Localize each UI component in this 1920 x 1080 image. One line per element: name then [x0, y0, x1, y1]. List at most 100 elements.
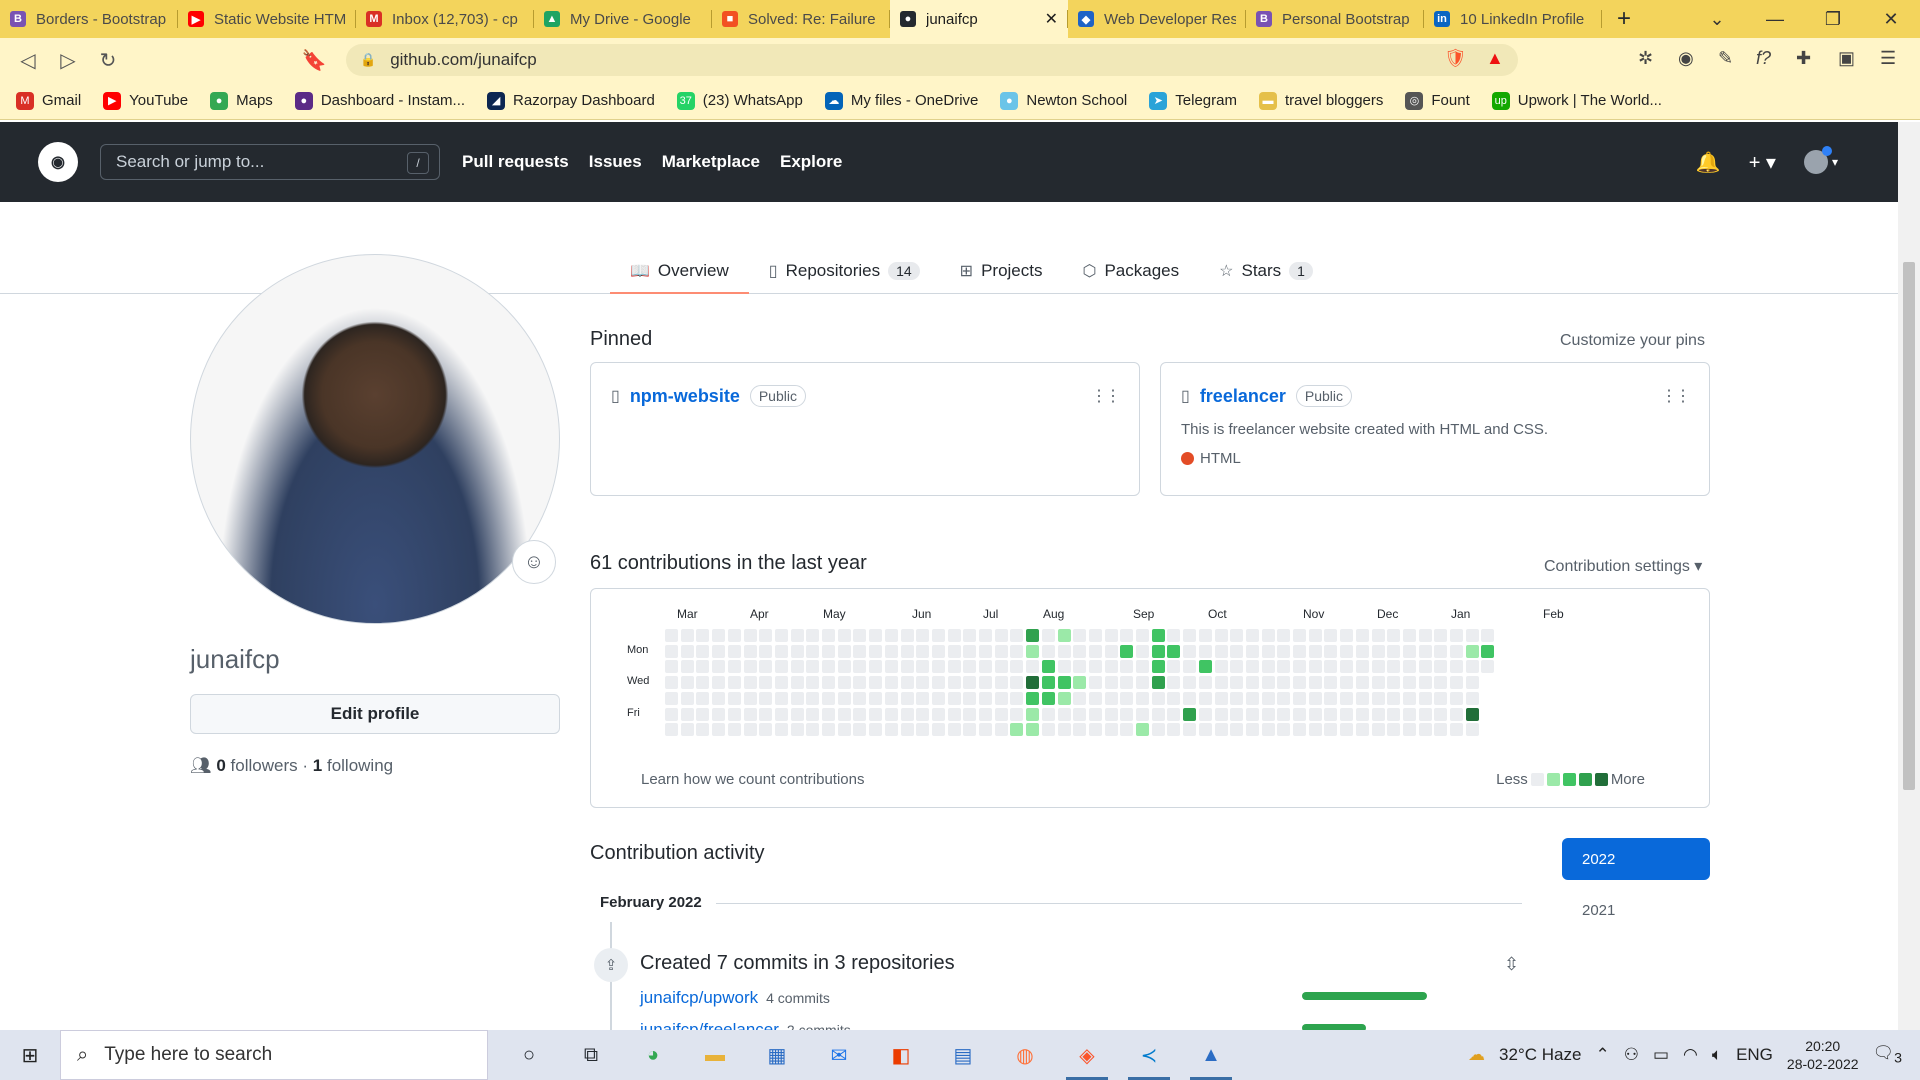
contribution-day[interactable]: [1214, 644, 1228, 658]
contribution-day[interactable]: [759, 644, 773, 658]
extension-picker-icon[interactable]: ✎: [1718, 48, 1733, 69]
contribution-day[interactable]: [1418, 723, 1432, 737]
contribution-day[interactable]: [837, 629, 851, 642]
back-icon[interactable]: ◁: [8, 48, 48, 73]
contribution-day[interactable]: [884, 629, 898, 642]
contribution-day[interactable]: [837, 676, 851, 690]
contribution-day[interactable]: [1151, 723, 1165, 737]
network-tray-icon[interactable]: ⚇: [1624, 1045, 1639, 1065]
contribution-day[interactable]: [1183, 676, 1197, 690]
new-tab-button[interactable]: +: [1602, 5, 1646, 33]
contribution-day[interactable]: [1198, 707, 1212, 721]
contribution-day[interactable]: [1293, 691, 1306, 705]
contribution-day[interactable]: [759, 660, 773, 674]
contribution-day[interactable]: [1434, 707, 1448, 721]
contribution-day[interactable]: [1088, 644, 1102, 658]
contribution-day[interactable]: [1057, 629, 1071, 642]
contribution-day[interactable]: [743, 707, 757, 721]
bookmark-item[interactable]: ☁ My files - OneDrive: [824, 91, 978, 110]
contribution-day[interactable]: [712, 644, 726, 658]
contribution-day[interactable]: [947, 676, 961, 690]
contribution-day[interactable]: [1402, 644, 1416, 658]
contribution-day[interactable]: [947, 629, 961, 642]
contribution-day[interactable]: [696, 707, 710, 721]
contribution-day[interactable]: [680, 676, 694, 690]
contribution-day[interactable]: [712, 676, 726, 690]
contribution-day[interactable]: [665, 660, 678, 674]
contribution-day[interactable]: [1277, 629, 1291, 642]
contribution-day[interactable]: [1402, 723, 1416, 737]
contribution-day[interactable]: [1434, 660, 1448, 674]
contribution-day[interactable]: [1245, 676, 1259, 690]
browser-tab[interactable]: ● junaifcp ✕: [890, 0, 1068, 38]
contribution-day[interactable]: [1167, 644, 1181, 658]
contribution-day[interactable]: [1057, 660, 1071, 674]
browser-tab[interactable]: M Inbox (12,703) - cp: [356, 0, 534, 38]
contribution-day[interactable]: [1371, 723, 1385, 737]
contribution-day[interactable]: [1450, 691, 1463, 705]
contribution-day[interactable]: [790, 691, 804, 705]
contribution-day[interactable]: [1324, 691, 1338, 705]
bookmark-item[interactable]: ▬ travel bloggers: [1258, 91, 1383, 110]
contribution-day[interactable]: [869, 629, 883, 642]
contribution-day[interactable]: [1057, 676, 1071, 690]
contribution-day[interactable]: [947, 723, 961, 737]
contribution-day[interactable]: [1434, 723, 1448, 737]
contribution-day[interactable]: [822, 644, 835, 658]
contribution-day[interactable]: [712, 707, 726, 721]
files-app-icon[interactable]: ▤: [932, 1030, 994, 1080]
contribution-day[interactable]: [1402, 629, 1416, 642]
browser-tab[interactable]: B Personal Bootstrap: [1246, 0, 1424, 38]
contribution-day[interactable]: [1136, 723, 1149, 737]
contribution-day[interactable]: [900, 691, 914, 705]
contribution-day[interactable]: [963, 629, 977, 642]
tab-packages[interactable]: ⬡ Packages: [1063, 248, 1200, 294]
notifications-icon[interactable]: 🗨︎3: [1873, 1043, 1902, 1066]
contribution-day[interactable]: [696, 644, 710, 658]
year-2021-link[interactable]: 2021: [1582, 902, 1615, 919]
bookmark-icon[interactable]: 🔖: [294, 48, 334, 73]
contribution-day[interactable]: [1402, 707, 1416, 721]
cortana-icon[interactable]: ○: [498, 1030, 560, 1080]
contribution-day[interactable]: [853, 707, 867, 721]
contribution-day[interactable]: [727, 691, 741, 705]
contribution-day[interactable]: [1418, 660, 1432, 674]
contribution-day[interactable]: [1214, 691, 1228, 705]
contribution-day[interactable]: [1041, 660, 1055, 674]
contribution-day[interactable]: [1245, 629, 1259, 642]
contribution-day[interactable]: [1041, 723, 1055, 737]
contribution-day[interactable]: [1198, 691, 1212, 705]
contribution-day[interactable]: [994, 723, 1008, 737]
year-2022-button[interactable]: 2022: [1562, 838, 1710, 880]
wallet-icon[interactable]: ▣: [1838, 48, 1855, 69]
contribution-day[interactable]: [712, 629, 726, 642]
contribution-day[interactable]: [1418, 691, 1432, 705]
office-icon[interactable]: ◧: [870, 1030, 932, 1080]
browser-tab[interactable]: in 10 LinkedIn Profile: [1424, 0, 1602, 38]
contribution-day[interactable]: [1088, 660, 1102, 674]
contribution-day[interactable]: [1073, 707, 1087, 721]
contribution-day[interactable]: [1183, 691, 1197, 705]
contribution-day[interactable]: [806, 629, 820, 642]
contribution-day[interactable]: [1465, 676, 1479, 690]
contribution-day[interactable]: [1010, 676, 1024, 690]
contribution-day[interactable]: [696, 676, 710, 690]
contribution-day[interactable]: [1151, 707, 1165, 721]
contribution-day[interactable]: [979, 629, 992, 642]
contribution-day[interactable]: [1355, 676, 1369, 690]
contribution-day[interactable]: [1277, 644, 1291, 658]
contribution-day[interactable]: [1387, 660, 1401, 674]
contribution-day[interactable]: [853, 660, 867, 674]
contribution-day[interactable]: [1277, 707, 1291, 721]
contribution-day[interactable]: [680, 691, 694, 705]
contribution-day[interactable]: [1355, 723, 1369, 737]
contribution-day[interactable]: [1261, 676, 1275, 690]
contribution-day[interactable]: [1010, 629, 1024, 642]
contribution-day[interactable]: [1340, 629, 1354, 642]
contribution-day[interactable]: [1073, 676, 1087, 690]
contribution-day[interactable]: [1277, 723, 1291, 737]
contribution-day[interactable]: [931, 707, 945, 721]
search-input[interactable]: Search or jump to... /: [100, 144, 440, 180]
notification-bell-icon[interactable]: 🔔: [1696, 150, 1721, 175]
user-menu[interactable]: ▾: [1803, 146, 1838, 174]
